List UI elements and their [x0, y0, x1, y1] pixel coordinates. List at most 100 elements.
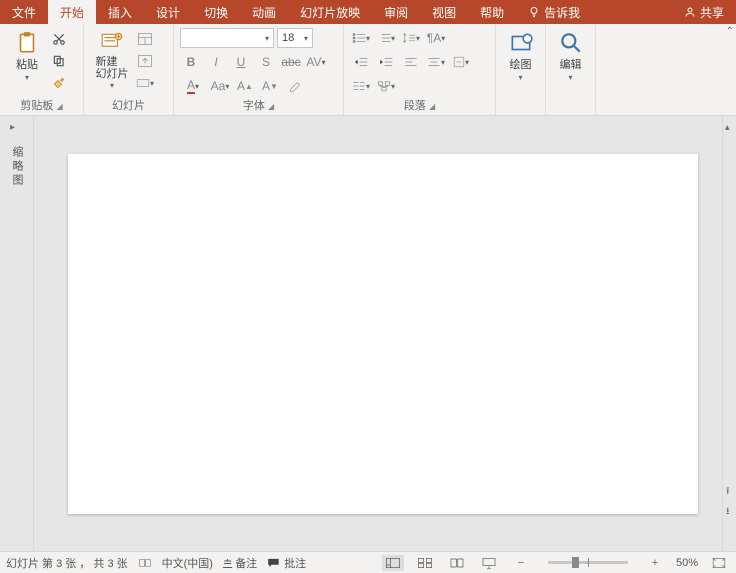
- next-slide-icon[interactable]: ⭳: [726, 504, 730, 521]
- cut-button[interactable]: [50, 30, 68, 48]
- chevron-down-icon: ▾: [568, 73, 572, 82]
- sorter-view-button[interactable]: [414, 555, 436, 571]
- search-icon: [558, 30, 584, 56]
- bold-button[interactable]: B: [180, 52, 202, 72]
- align-left-button[interactable]: [400, 52, 422, 72]
- tab-view[interactable]: 视图: [420, 0, 468, 24]
- italic-button[interactable]: I: [205, 52, 227, 72]
- clipboard-icon: [14, 30, 40, 56]
- char-spacing-button[interactable]: AV▾: [305, 52, 327, 72]
- change-case-button[interactable]: Aa▾: [209, 76, 231, 96]
- increase-indent-button[interactable]: [375, 52, 397, 72]
- align-left-icon: [404, 56, 418, 68]
- underline-button[interactable]: U: [230, 52, 252, 72]
- share-button[interactable]: 共享: [672, 0, 736, 24]
- group-slides-label: 幻灯片: [84, 96, 173, 115]
- font-color-button[interactable]: A▾: [180, 76, 206, 96]
- clear-format-button[interactable]: [284, 76, 306, 96]
- decrease-indent-button[interactable]: [350, 52, 372, 72]
- fit-icon: [712, 557, 726, 569]
- vertical-scrollbar[interactable]: ▴ ⭱ ⭳: [722, 116, 736, 551]
- group-drawing: 绘图 ▾: [496, 24, 546, 115]
- line-spacing-button[interactable]: ▾: [400, 28, 422, 48]
- thumbnail-pane-collapsed[interactable]: ▸ 缩略图: [0, 116, 34, 551]
- reading-view-button[interactable]: [446, 555, 468, 571]
- section-button[interactable]: ▾: [136, 74, 154, 92]
- zoom-midpoint: [588, 558, 589, 567]
- line-spacing-icon: [402, 32, 416, 44]
- paste-button[interactable]: 粘贴 ▾: [6, 28, 48, 82]
- tab-file[interactable]: 文件: [0, 0, 48, 24]
- zoom-out-button[interactable]: −: [510, 555, 532, 571]
- slide[interactable]: [68, 154, 698, 514]
- layout-icon: [137, 32, 153, 46]
- new-slide-button[interactable]: 新建 幻灯片 ▾: [90, 28, 134, 90]
- shapes-icon: [508, 30, 534, 56]
- collapse-ribbon-button[interactable]: ⌃: [726, 26, 734, 37]
- format-painter-button[interactable]: [50, 74, 68, 92]
- book-icon: [138, 557, 152, 569]
- zoom-slider[interactable]: [548, 561, 628, 564]
- tab-home[interactable]: 开始: [48, 0, 96, 24]
- numbering-button[interactable]: ▾: [375, 28, 397, 48]
- slide-layout-button[interactable]: [136, 30, 154, 48]
- tab-slideshow[interactable]: 幻灯片放映: [288, 0, 372, 24]
- shadow-button[interactable]: S: [255, 52, 277, 72]
- notes-button[interactable]: ≐ 备注: [223, 555, 257, 571]
- zoom-level[interactable]: 50%: [676, 557, 698, 569]
- columns-icon: [352, 80, 366, 92]
- tab-design[interactable]: 设计: [144, 0, 192, 24]
- font-family-select[interactable]: ▾: [180, 28, 274, 48]
- workspace: ▸ 缩略图 ▴ ⭱ ⭳: [0, 116, 736, 551]
- tab-transitions[interactable]: 切换: [192, 0, 240, 24]
- copy-button[interactable]: [50, 52, 68, 70]
- tab-help[interactable]: 帮助: [468, 0, 516, 24]
- slide-canvas-area[interactable]: [34, 116, 722, 551]
- slideshow-view-button[interactable]: [478, 555, 500, 571]
- vertical-align-button[interactable]: ▾: [450, 52, 472, 72]
- normal-view-button[interactable]: [382, 555, 404, 571]
- chevron-right-icon[interactable]: ▸: [10, 122, 15, 133]
- reset-slide-button[interactable]: [136, 52, 154, 70]
- language-button[interactable]: 中文(中国): [162, 555, 213, 571]
- copy-icon: [52, 54, 66, 68]
- zoom-thumb[interactable]: [572, 557, 579, 568]
- group-clipboard: 粘贴 ▾ 剪贴板 ◢: [0, 24, 84, 115]
- grow-font-button[interactable]: A▲: [234, 76, 256, 96]
- notes-icon: ≐: [223, 556, 232, 569]
- tab-review[interactable]: 审阅: [372, 0, 420, 24]
- reading-view-icon: [449, 557, 465, 569]
- tellme-button[interactable]: 告诉我: [516, 0, 592, 24]
- spellcheck-button[interactable]: [138, 557, 152, 569]
- comments-button[interactable]: 批注: [267, 555, 306, 571]
- columns-button[interactable]: ▾: [350, 76, 372, 96]
- editing-button[interactable]: 编辑 ▾: [552, 28, 589, 82]
- text-direction-button[interactable]: ¶A▾: [425, 28, 447, 48]
- group-editing: 编辑 ▾: [546, 24, 596, 115]
- lightbulb-icon: [528, 6, 540, 18]
- person-icon: [684, 6, 696, 18]
- tab-insert[interactable]: 插入: [96, 0, 144, 24]
- scissors-icon: [52, 32, 66, 46]
- zoom-in-button[interactable]: +: [644, 555, 666, 571]
- align-more-button[interactable]: ▾: [425, 52, 447, 72]
- bullets-icon: [352, 32, 366, 44]
- drawing-button[interactable]: 绘图 ▾: [502, 28, 539, 82]
- scroll-up-icon[interactable]: ▴: [725, 122, 730, 133]
- strike-button[interactable]: abc: [280, 52, 302, 72]
- font-size-select[interactable]: 18▾: [277, 28, 313, 48]
- new-slide-label: 新建 幻灯片: [96, 56, 129, 80]
- fit-window-button[interactable]: [708, 555, 730, 571]
- smartart-button[interactable]: ▾: [375, 76, 397, 96]
- prev-slide-icon[interactable]: ⭱: [726, 484, 730, 501]
- tab-animations[interactable]: 动画: [240, 0, 288, 24]
- thumbnail-pane-label: 缩略图: [9, 146, 25, 188]
- shrink-font-button[interactable]: A▼: [259, 76, 281, 96]
- valign-icon: [453, 56, 465, 68]
- group-font-label: 字体 ◢: [174, 96, 343, 115]
- tellme-label: 告诉我: [544, 4, 580, 21]
- comment-icon: [267, 557, 281, 569]
- bullets-button[interactable]: ▾: [350, 28, 372, 48]
- section-icon: [136, 76, 150, 90]
- menu-tab-bar: 文件 开始 插入 设计 切换 动画 幻灯片放映 审阅 视图 帮助 告诉我 共享: [0, 0, 736, 24]
